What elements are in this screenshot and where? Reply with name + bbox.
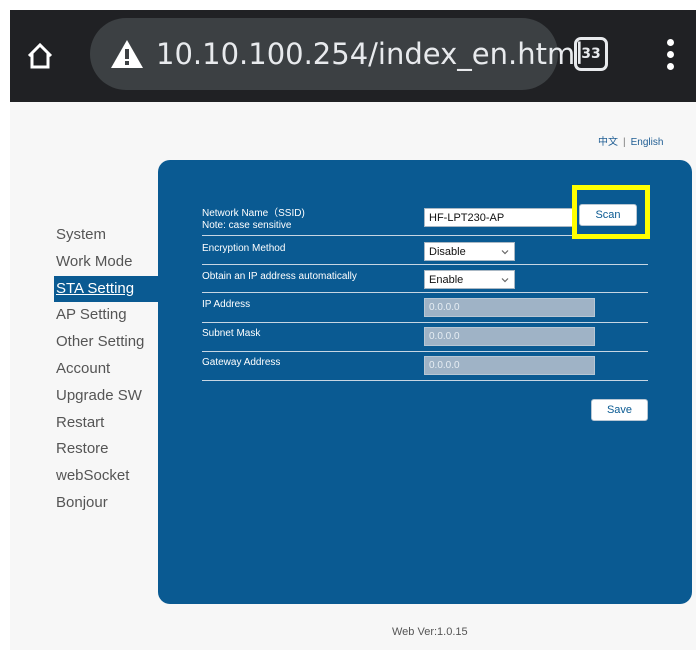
save-button-label: Save: [606, 404, 633, 416]
sidebar-nav: System Work Mode STA Setting AP Setting …: [54, 222, 158, 517]
url-text: 10.10.100.254/index_en.html: [156, 37, 584, 71]
lang-english-link[interactable]: English: [631, 137, 664, 148]
tabs-counter-button[interactable]: 33: [574, 37, 608, 71]
chevron-down-icon: [501, 277, 509, 282]
browser-toolbar: 10.10.100.254/index_en.html 33: [10, 10, 696, 102]
sidebar-item-work-mode[interactable]: Work Mode: [56, 249, 156, 276]
gateway-address-label: Gateway Address: [202, 357, 281, 368]
gateway-address-input: [424, 356, 595, 375]
address-bar[interactable]: 10.10.100.254/index_en.html: [90, 18, 583, 90]
scan-button-label: Scan: [595, 209, 621, 221]
ssid-label: Network Name（SSID): [202, 208, 305, 219]
home-icon: [27, 42, 53, 69]
ip-address-input: [424, 298, 595, 317]
subnet-mask-label: Subnet Mask: [202, 328, 261, 339]
lang-separator: |: [623, 137, 626, 148]
sidebar-item-account[interactable]: Account: [56, 356, 156, 383]
ssid-note: Note: case sensitive: [202, 220, 292, 231]
subnet-mask-input: [424, 327, 595, 346]
dhcp-select[interactable]: Enable: [424, 270, 515, 289]
language-switch: 中文 | English: [598, 133, 663, 148]
sidebar-item-system[interactable]: System: [56, 222, 156, 249]
dhcp-value: Enable: [429, 273, 464, 286]
chevron-down-icon: [501, 249, 509, 254]
scan-button[interactable]: Scan: [579, 204, 637, 226]
encryption-label: Encryption Method: [202, 243, 286, 254]
sidebar-item-bonjour[interactable]: Bonjour: [56, 490, 156, 517]
home-button[interactable]: [20, 36, 60, 76]
more-vert-icon[interactable]: [658, 32, 682, 76]
sidebar-item-websocket[interactable]: webSocket: [56, 463, 156, 490]
tab-count: 33: [581, 46, 601, 62]
encryption-value: Disable: [429, 245, 466, 258]
web-version: Web Ver:1.0.15: [392, 626, 468, 638]
sidebar-item-restore[interactable]: Restore: [56, 436, 156, 463]
ssid-input[interactable]: [424, 208, 574, 227]
dhcp-label: Obtain an IP address automatically: [202, 271, 357, 282]
sidebar-item-restart[interactable]: Restart: [56, 410, 156, 437]
sidebar-item-sta-setting[interactable]: STA Setting: [54, 275, 158, 303]
lang-chinese-link[interactable]: 中文: [598, 137, 618, 148]
sta-settings-panel: Network Name（SSID) Note: case sensitive …: [158, 160, 692, 604]
encryption-select[interactable]: Disable: [424, 242, 515, 261]
sidebar-item-other-setting[interactable]: Other Setting: [56, 329, 156, 356]
sidebar-item-upgrade-sw[interactable]: Upgrade SW: [56, 383, 156, 410]
warning-triangle-icon[interactable]: [110, 38, 144, 70]
sidebar-item-ap-setting[interactable]: AP Setting: [56, 302, 156, 329]
save-button[interactable]: Save: [591, 399, 648, 421]
ip-address-label: IP Address: [202, 299, 251, 310]
